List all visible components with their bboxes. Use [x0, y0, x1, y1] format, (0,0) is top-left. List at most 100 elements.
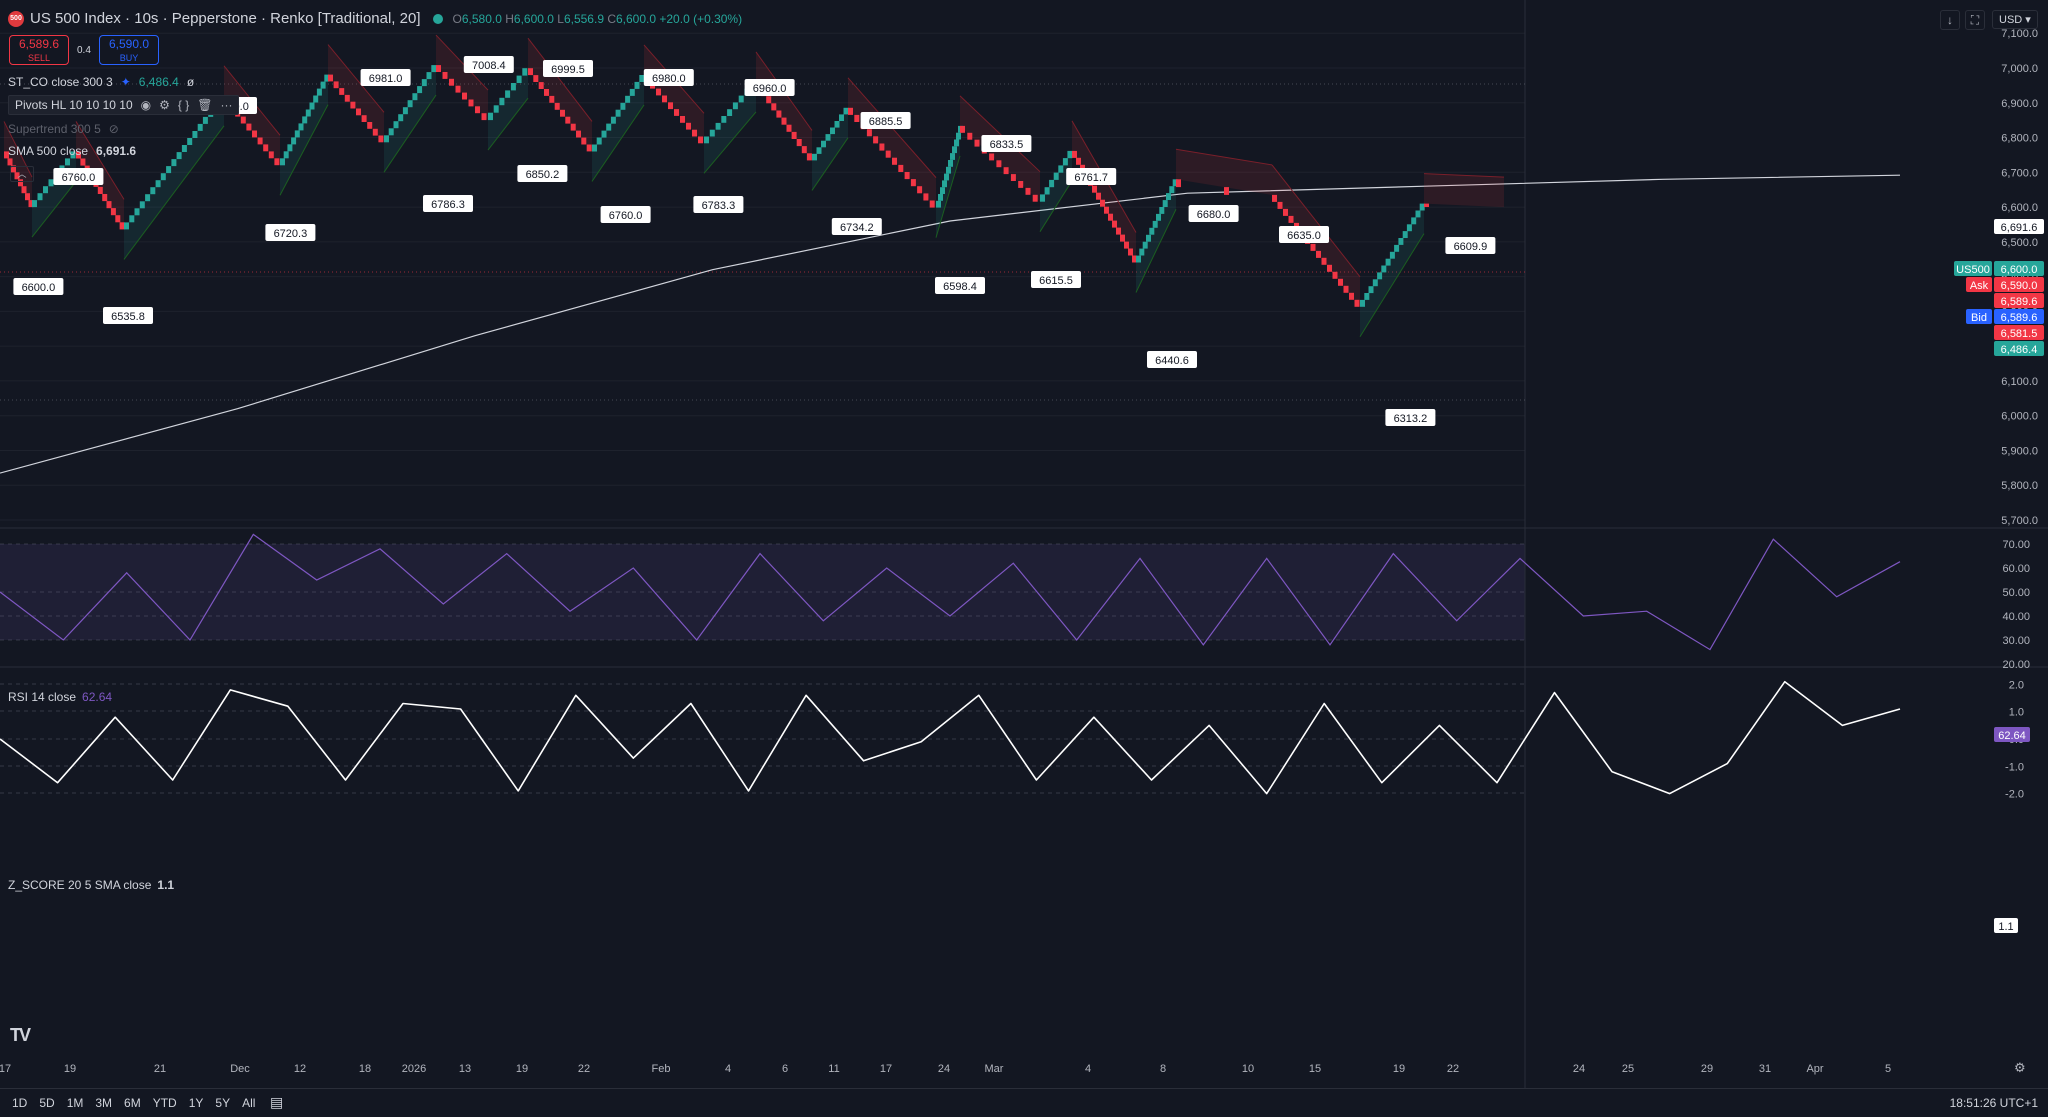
symbol-header[interactable]: 500 US 500 Index · 10s · Pepperstone · R… [8, 10, 742, 27]
symbol-title[interactable]: US 500 Index · 10s · Pepperstone · Renko… [30, 10, 421, 27]
range-button-1m[interactable]: 1M [67, 1096, 84, 1110]
price-axis[interactable]: 7,100.0 7,000.0 6,900.0 6,800.0 6,700.0 6,600… [1954, 28, 2044, 933]
renko-brick [339, 88, 345, 95]
buy-button[interactable]: 6,590.0 BUY [99, 35, 159, 65]
sparkle-icon[interactable]: ✦ [121, 75, 131, 89]
renko-brick [839, 114, 844, 121]
renko-brick [1272, 194, 1277, 202]
legend-pivots[interactable]: Pivots HL 10 10 10 10 ◉ ⚙ { } 🗑 ··· [8, 95, 240, 115]
ask-label-tag: Ask [1970, 280, 1989, 292]
clock-time[interactable]: 18:51:26 UTC+1 [1950, 1096, 2038, 1110]
renko-brick [1062, 158, 1068, 166]
renko-brick [283, 151, 289, 159]
range-button-1y[interactable]: 1Y [189, 1096, 204, 1110]
supertrend-band [848, 77, 936, 208]
renko-brick [1096, 192, 1101, 200]
collapse-legend-chevron-up-icon[interactable]: ︿ [10, 166, 34, 182]
renko-brick [1010, 174, 1016, 181]
currency-select[interactable]: USD ▾ [1992, 10, 2038, 29]
renko-brick [462, 92, 467, 100]
range-button-6m[interactable]: 6M [124, 1096, 141, 1110]
range-button-5y[interactable]: 5Y [215, 1096, 230, 1110]
rsi-pane-title[interactable]: RSI 14 close 62.64 [8, 690, 112, 704]
chart-canvas[interactable]: 6760.06600.06535.86920.06720.36981.06786… [0, 0, 2048, 1117]
calendar-icon[interactable]: ▤ [270, 1094, 283, 1111]
axis-settings-gear-icon[interactable]: ⚙ [2014, 1060, 2026, 1076]
sell-button[interactable]: 6,589.6 SELL [9, 35, 69, 65]
zscore-tick-label: -1.0 [2005, 761, 2024, 773]
currency-label: USD [1999, 14, 2023, 26]
more-options-icon[interactable]: ··· [220, 98, 232, 112]
range-button-5d[interactable]: 5D [39, 1096, 54, 1110]
legend-sma[interactable]: SMA 500 close 6,691.6 [8, 144, 136, 158]
renko-brick [967, 132, 973, 140]
time-tick-label: 5 [1885, 1063, 1891, 1075]
buy-price: 6,590.0 [108, 37, 150, 51]
eye-hidden-icon[interactable]: ⊘ [109, 122, 119, 136]
ohlc-value: 6,600.0 [616, 11, 660, 26]
renko-brick [150, 187, 156, 195]
renko-brick [1385, 258, 1391, 266]
sell-price: 6,589.6 [18, 37, 60, 51]
pivot-label: 6734.2 [840, 222, 874, 234]
zscore-pane-title[interactable]: Z_SCORE 20 5 SMA close 1.1 [8, 878, 174, 892]
pivot-label: 6720.3 [274, 228, 308, 240]
market-open-dot-icon [432, 13, 443, 24]
renko-brick [119, 222, 125, 230]
renko-brick [956, 132, 961, 140]
renko-brick [1402, 231, 1408, 238]
time-axis[interactable]: 17 19 21 Dec 12 18 2026 13 19 22 Feb 4 6 11 17 24 Mar 4 8 1… [0, 1063, 1891, 1075]
settings-gear-icon[interactable]: ⚙ [159, 98, 170, 112]
renko-brick [305, 109, 311, 117]
range-button-all[interactable]: All [242, 1096, 255, 1110]
tradingview-logo-icon[interactable]: TV [10, 1025, 31, 1046]
renko-brick [455, 85, 461, 93]
source-code-icon[interactable]: { } [178, 98, 189, 112]
renko-brick [192, 131, 198, 138]
renko-brick [1139, 248, 1145, 256]
renko-brick [698, 136, 703, 144]
delete-trash-icon[interactable]: 🗑 [197, 98, 212, 112]
fullscreen-icon[interactable]: ⛶ [1965, 10, 1985, 30]
renko-brick [1159, 207, 1165, 214]
zscore-pane [0, 680, 1901, 795]
renko-brick [240, 116, 246, 124]
renko-brick [481, 113, 487, 121]
renko-brick [129, 215, 135, 223]
renko-brick [32, 200, 37, 208]
range-button-3m[interactable]: 3M [95, 1096, 112, 1110]
zscore-value-tag: 1.1 [1998, 921, 2013, 933]
zscore-tick-label: 2.0 [2009, 679, 2024, 691]
time-tick-label: 17 [880, 1063, 892, 1075]
range-button-ytd[interactable]: YTD [153, 1096, 177, 1110]
price-tick-label: 6,700.0 [2001, 167, 2038, 179]
range-button-1d[interactable]: 1D [12, 1096, 27, 1110]
renko-brick [1381, 265, 1387, 273]
renko-brick [786, 124, 792, 132]
renko-brick [938, 194, 943, 201]
buy-label: BUY [119, 53, 139, 63]
supertrend-band [592, 74, 644, 182]
renko-brick [1116, 227, 1121, 235]
legend-st-co[interactable]: ST_CO close 300 3 ✦ 6,486.4 ø [8, 75, 194, 89]
renko-brick [620, 102, 626, 110]
zscore-value: 1.1 [157, 878, 175, 892]
renko-brick [252, 130, 257, 138]
renko-brick [1310, 243, 1316, 251]
renko-brick [134, 208, 140, 216]
renko-brick [1332, 271, 1338, 279]
renko-brick [821, 140, 826, 148]
pivot-label: 6600.0 [22, 282, 56, 294]
renko-brick [344, 94, 350, 102]
renko-brick [431, 65, 437, 73]
renko-brick [367, 122, 373, 129]
renko-brick [449, 78, 454, 86]
renko-brick [656, 88, 661, 96]
eye-icon[interactable]: ◉ [141, 98, 151, 112]
renko-brick [1058, 165, 1064, 173]
time-tick-label: 15 [1309, 1063, 1321, 1075]
legend-supertrend[interactable]: Supertrend 300 5 ⊘ [8, 122, 119, 136]
download-arrow-icon[interactable]: ↓ [1940, 10, 1960, 30]
renko-brick [892, 157, 897, 165]
pivot-label: 6850.2 [526, 169, 560, 181]
